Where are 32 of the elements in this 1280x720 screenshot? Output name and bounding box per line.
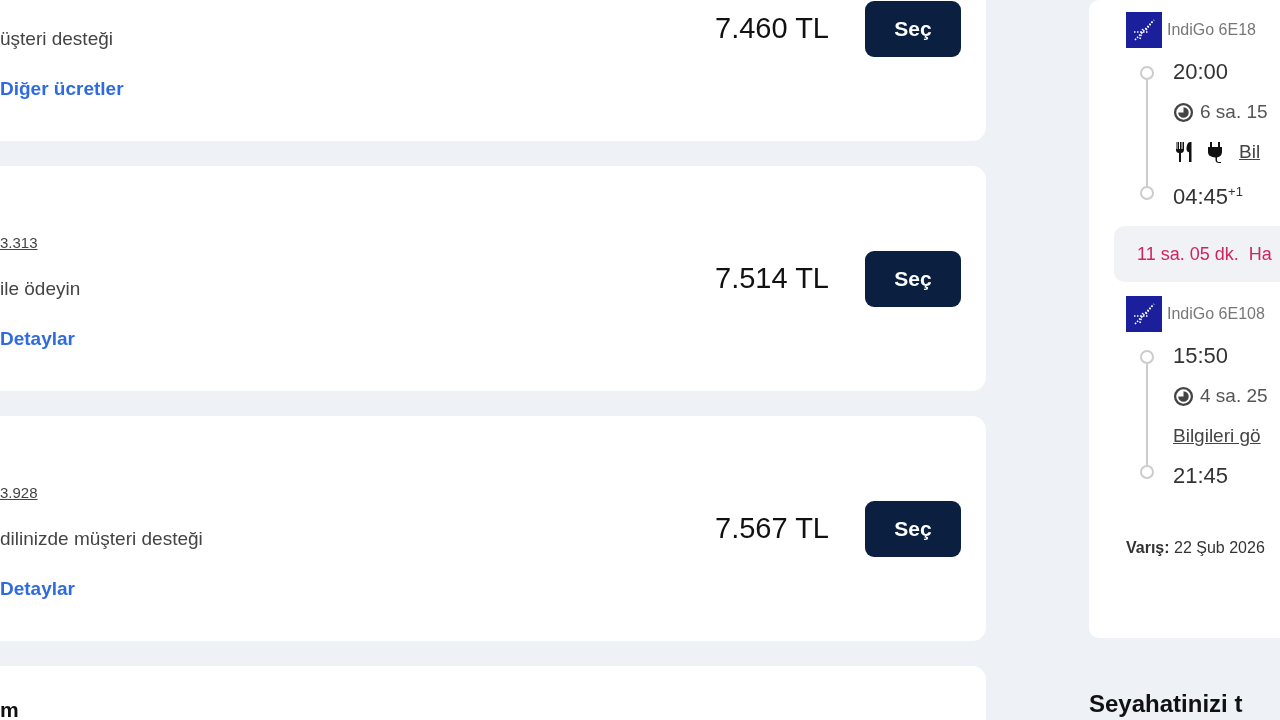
details-link[interactable]: Detaylar (0, 326, 75, 351)
arrival-date: Varış: 22 Şub 2026 (1126, 539, 1266, 558)
airline-logo-icon (1126, 296, 1162, 333)
select-button[interactable]: Seç (865, 250, 961, 307)
price-text: 7.514 TL (715, 262, 829, 295)
fare-description: dilinizde müşteri desteği (0, 526, 203, 551)
flight-number: IndiGo 6E108 (1167, 304, 1265, 325)
select-button[interactable]: Seç (865, 500, 961, 557)
fare-description: üşteri desteği (0, 26, 113, 51)
layover-text: 11 sa. 05 dk. Ha (1137, 243, 1272, 265)
arrival-time: 04:45$^{+1}$ (1173, 183, 1243, 211)
amount-text: 3.928 (0, 482, 38, 503)
card-title: m (0, 698, 19, 720)
duration-text: 4 sa. 25 (1200, 385, 1268, 408)
price-text: 7.567 TL (715, 512, 829, 545)
arrival-time: 21:45 (1173, 463, 1229, 490)
duration-text: 6 sa. 15 (1200, 101, 1268, 123)
details-link[interactable]: Detaylar (0, 576, 75, 601)
clock-icon (1173, 385, 1194, 407)
info-link[interactable]: Bil (1239, 141, 1261, 163)
amount-text: 3.313 (0, 232, 38, 253)
info-link[interactable]: Bilgileri gö (1173, 425, 1261, 448)
departure-time: 20:00 (1173, 59, 1229, 85)
departure-time: 15:50 (1173, 343, 1229, 370)
section-heading: Seyahatinizi t (1089, 690, 1244, 718)
airline-logo-icon (1126, 12, 1162, 48)
price-text: 7.460 TL (715, 12, 829, 45)
select-button[interactable]: Seç (865, 0, 961, 57)
details-link[interactable]: Diğer ücretler (0, 76, 124, 101)
fare-description: ile ödeyin (0, 276, 81, 301)
flight-number: IndiGo 6E18 (1167, 20, 1256, 40)
clock-icon (1173, 101, 1194, 123)
